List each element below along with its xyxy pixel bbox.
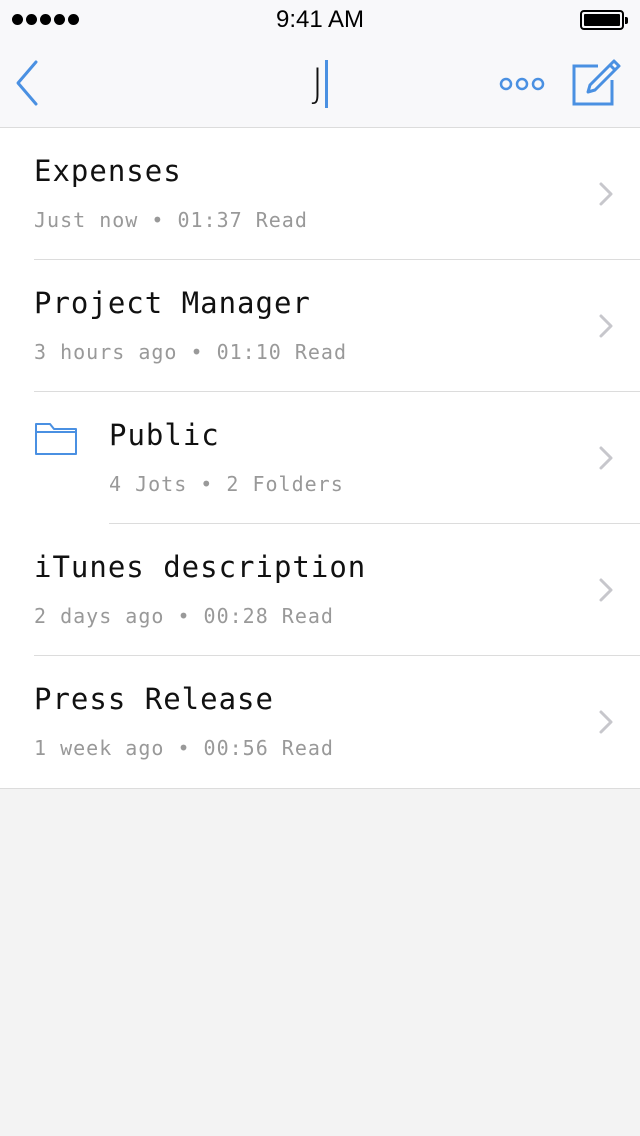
battery-icon: [580, 10, 628, 30]
status-time: 9:41 AM: [275, 6, 365, 33]
list-item-title: Press Release: [34, 682, 274, 716]
list-item-meta: 2 days ago • 00:28 Read: [34, 604, 334, 628]
navigation-bar: J: [0, 40, 640, 128]
list-item-expenses[interactable]: Expenses Just now • 01:37 Read: [0, 128, 640, 260]
chevron-right-icon: [599, 314, 613, 338]
list-item-itunes-description[interactable]: iTunes description 2 days ago • 00:28 Re…: [0, 524, 640, 656]
chevron-right-icon: [599, 446, 613, 470]
list-item-meta: 4 Jots • 2 Folders: [109, 472, 344, 496]
chevron-right-icon: [599, 710, 613, 734]
list-item-meta: 1 week ago • 00:56 Read: [34, 736, 334, 760]
chevron-right-icon: [599, 578, 613, 602]
list-item-meta: Just now • 01:37 Read: [34, 208, 308, 232]
list-item-meta: 3 hours ago • 01:10 Read: [34, 340, 347, 364]
list-item-public-folder[interactable]: Public 4 Jots • 2 Folders: [0, 392, 640, 524]
jot-list: Expenses Just now • 01:37 Read Project M…: [0, 128, 640, 789]
more-button[interactable]: [496, 70, 548, 98]
more-dots-icon: [499, 77, 545, 91]
title-input[interactable]: J: [312, 60, 329, 108]
folder-icon: [35, 423, 77, 455]
list-item-project-manager[interactable]: Project Manager 3 hours ago • 01:10 Read: [0, 260, 640, 392]
compose-icon: [572, 59, 621, 106]
list-item-title: Project Manager: [34, 286, 311, 320]
list-item-title: iTunes description: [34, 550, 367, 584]
chevron-right-icon: [599, 182, 613, 206]
compose-button[interactable]: [568, 56, 624, 112]
list-item-title: Public: [109, 418, 220, 452]
status-bar: 9:41 AM: [0, 0, 640, 40]
list-item-press-release[interactable]: Press Release 1 week ago • 00:56 Read: [0, 656, 640, 788]
list-item-title: Expenses: [34, 154, 182, 188]
